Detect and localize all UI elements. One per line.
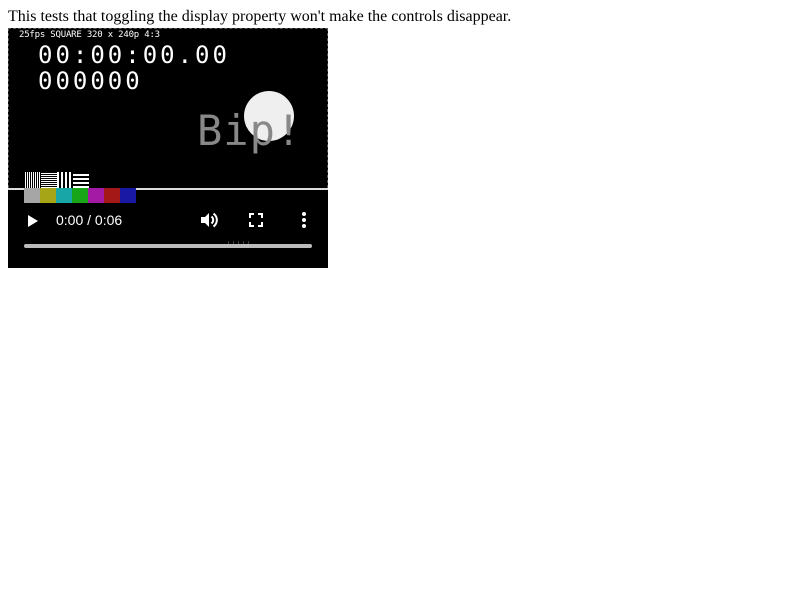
play-button[interactable] [20,209,44,233]
color-bar [24,188,40,203]
fullscreen-button[interactable] [244,208,268,232]
color-bar [104,188,120,203]
bip-text: Bip! [197,106,303,155]
more-vertical-icon [302,212,306,228]
color-bar [88,188,104,203]
pattern-horizontal-fine [41,172,57,188]
time-display: 0:00 / 0:06 [56,212,123,228]
color-bar [40,188,56,203]
video-player[interactable]: 25fps SQUARE 320 x 240p 4:3 00:00:00.00 … [8,28,328,268]
more-options-button[interactable] [292,208,316,232]
test-description: This tests that toggling the display pro… [8,8,512,25]
pattern-horizontal-coarse [73,172,89,188]
video-frame: 25fps SQUARE 320 x 240p 4:3 00:00:00.00 … [8,28,328,188]
mute-button[interactable] [196,208,220,232]
pattern-vertical-coarse [57,172,73,188]
color-bar [72,188,88,203]
fullscreen-icon [249,213,263,227]
pattern-vertical-fine [25,172,41,188]
timeline-slider[interactable] [24,244,312,248]
color-bar [56,188,72,203]
timecode-display: 00:00:00.00 [38,41,230,69]
color-bar [120,188,136,203]
format-caption: 25fps SQUARE 320 x 240p 4:3 [19,30,160,40]
test-patterns [25,172,89,188]
play-icon [28,215,38,227]
frame-counter: 000000 [38,67,143,95]
volume-icon [201,212,218,228]
